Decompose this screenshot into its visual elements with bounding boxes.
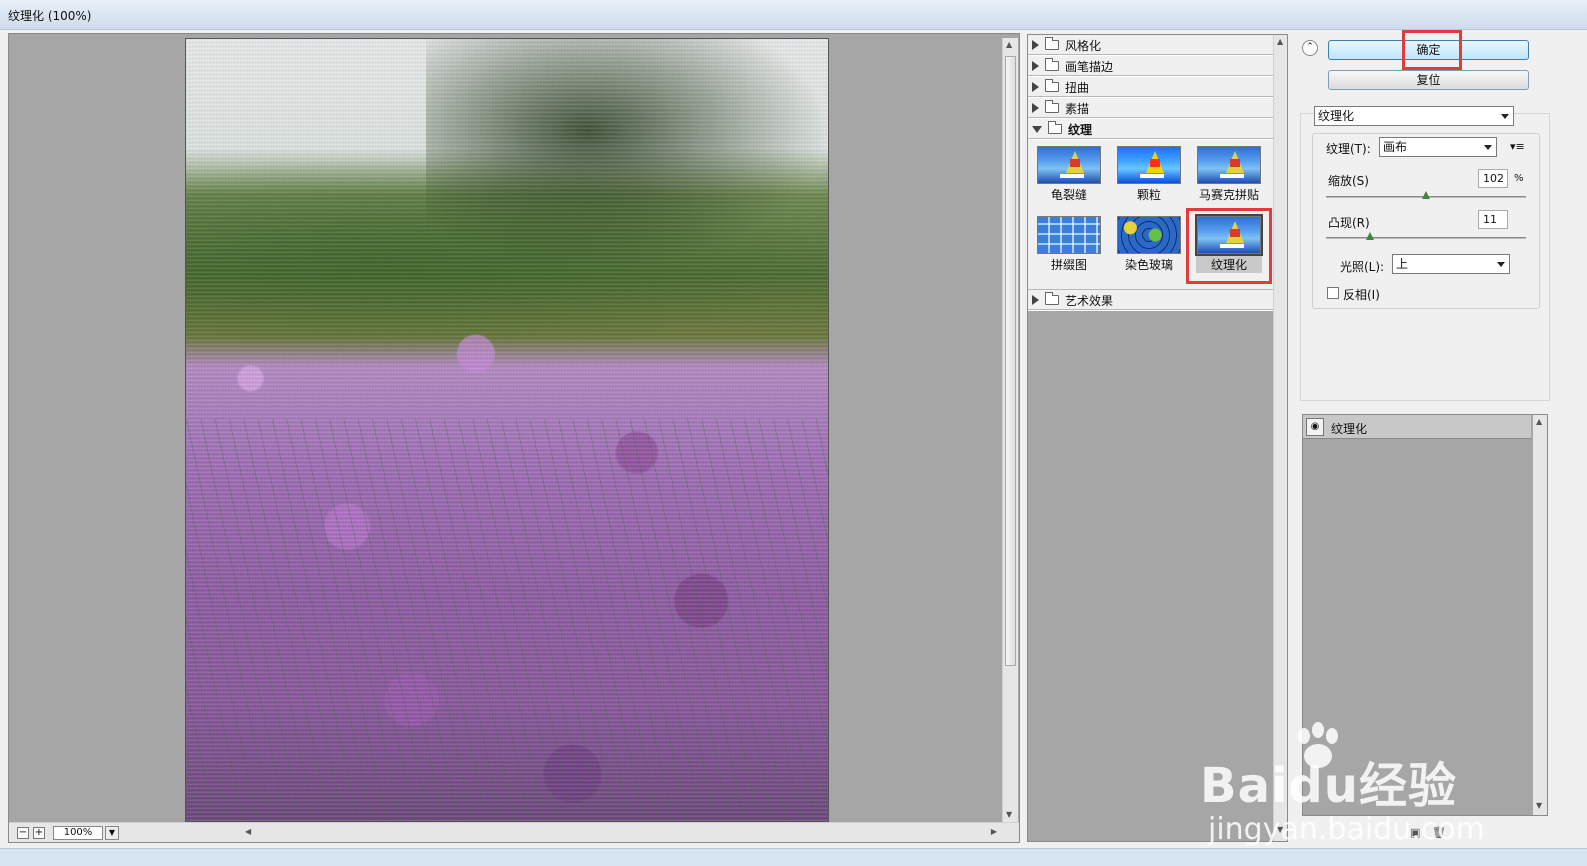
- scroll-up-icon[interactable]: ▲: [1536, 417, 1542, 426]
- scaling-input[interactable]: 102: [1478, 169, 1508, 188]
- scaling-unit: %: [1514, 173, 1524, 184]
- preview-panel: ▲ ▼ − + 100% ▼ ◀ ▶: [8, 33, 1020, 843]
- preview-horizontal-scrollbar[interactable]: ◀ ▶: [241, 825, 1001, 841]
- scrollbar-thumb[interactable]: [1005, 56, 1016, 666]
- scroll-down-icon[interactable]: ▼: [1536, 801, 1542, 810]
- filter-category-sketch[interactable]: 素描: [1028, 98, 1273, 119]
- chevron-down-icon: [1501, 114, 1509, 119]
- window-title: 纹理化 (100%): [8, 9, 92, 23]
- slider-knob[interactable]: [1422, 191, 1430, 199]
- zoom-dropdown-button[interactable]: ▼: [105, 826, 119, 840]
- filter-preview-thumbnail: [1197, 146, 1261, 184]
- slider-knob[interactable]: [1366, 232, 1374, 240]
- filter-category-distort[interactable]: 扭曲: [1028, 77, 1273, 98]
- folder-icon: [1045, 58, 1059, 71]
- texture-filter-thumbnails: 龟裂缝 颗粒 马赛克拼贴 拼缀图 染色玻璃 纹理化: [1028, 140, 1273, 290]
- filter-thumb-grain[interactable]: 颗粒: [1116, 146, 1182, 203]
- folder-icon: [1045, 37, 1059, 50]
- effect-layer-label: 纹理化: [1331, 422, 1368, 436]
- preview-bottom-bar: − + 100% ▼ ◀ ▶: [9, 822, 1019, 842]
- relief-slider[interactable]: [1326, 232, 1526, 240]
- filter-preview-thumbnail: [1117, 216, 1181, 254]
- light-label: 光照(L):: [1340, 260, 1385, 274]
- filter-preview-thumbnail: [1037, 216, 1101, 254]
- expand-arrow-icon[interactable]: [1032, 295, 1039, 305]
- expand-arrow-icon[interactable]: [1032, 61, 1039, 71]
- collapse-gallery-icon[interactable]: ⌃: [1302, 40, 1318, 56]
- folder-icon: [1045, 100, 1059, 113]
- reset-button[interactable]: 复位: [1328, 70, 1529, 90]
- effect-layer-row[interactable]: ◉ 纹理化: [1303, 415, 1531, 439]
- watermark-url: jingyan.baidu.com: [1208, 812, 1485, 847]
- chevron-down-icon: [1484, 145, 1492, 150]
- preview-image[interactable]: [185, 38, 829, 822]
- collapse-arrow-icon[interactable]: [1032, 125, 1042, 133]
- invert-checkbox[interactable]: [1327, 287, 1339, 299]
- layers-scrollbar[interactable]: ▲ ▼: [1533, 415, 1547, 815]
- highlight-box: [1402, 30, 1462, 70]
- filter-preview-thumbnail: [1117, 146, 1181, 184]
- chevron-down-icon: [1497, 262, 1505, 267]
- light-select[interactable]: 上: [1392, 254, 1510, 274]
- scroll-up-icon[interactable]: ▲: [1006, 40, 1012, 49]
- preview-vertical-scrollbar[interactable]: ▲ ▼: [1002, 38, 1018, 823]
- scroll-right-icon[interactable]: ▶: [991, 827, 997, 836]
- filter-category-brush-strokes[interactable]: 画笔描边: [1028, 56, 1273, 77]
- scroll-left-icon[interactable]: ◀: [245, 827, 251, 836]
- relief-label: 凸现(R): [1328, 216, 1370, 230]
- highlight-box: [1186, 208, 1272, 284]
- scroll-up-icon[interactable]: ▲: [1277, 37, 1283, 46]
- texture-label: 纹理(T):: [1326, 142, 1371, 156]
- filter-preview-thumbnail: [1037, 146, 1101, 184]
- filter-category-stylize[interactable]: 风格化: [1028, 35, 1273, 56]
- filter-thumb-mosaic-tiles[interactable]: 马赛克拼贴: [1196, 146, 1262, 203]
- window-titlebar: 纹理化 (100%): [0, 0, 1587, 30]
- taskbar-edge: [0, 848, 1587, 866]
- scaling-slider[interactable]: [1326, 191, 1526, 199]
- texture-menu-icon[interactable]: ▾≡: [1510, 140, 1525, 153]
- watermark: Baidu经验 jingyan.baidu.com: [1200, 720, 1490, 860]
- filter-thumb-patchwork[interactable]: 拼缀图: [1036, 216, 1102, 273]
- filter-category-artistic[interactable]: 艺术效果: [1028, 290, 1273, 311]
- scaling-label: 缩放(S): [1328, 174, 1369, 188]
- filter-category-texture[interactable]: 纹理: [1028, 119, 1273, 140]
- scroll-down-icon[interactable]: ▼: [1006, 810, 1012, 819]
- relief-input[interactable]: 11: [1478, 210, 1508, 229]
- eye-icon[interactable]: ◉: [1306, 418, 1324, 436]
- filter-select[interactable]: 纹理化: [1314, 106, 1514, 126]
- filter-gallery-dialog: ▲ ▼ − + 100% ▼ ◀ ▶ 风格化 画笔描边 扭曲 素描 纹理 龟裂缝…: [0, 30, 1587, 866]
- filter-thumb-craquelure[interactable]: 龟裂缝: [1036, 146, 1102, 203]
- texture-select[interactable]: 画布: [1379, 137, 1497, 157]
- filter-thumb-stained-glass[interactable]: 染色玻璃: [1116, 216, 1182, 273]
- expand-arrow-icon[interactable]: [1032, 82, 1039, 92]
- folder-icon: [1045, 79, 1059, 92]
- folder-icon: [1045, 292, 1059, 305]
- zoom-in-button[interactable]: +: [33, 827, 45, 839]
- zoom-level-field[interactable]: 100%: [53, 826, 103, 840]
- watermark-main-text: Baidu经验: [1200, 758, 1457, 814]
- zoom-out-button[interactable]: −: [17, 827, 29, 839]
- expand-arrow-icon[interactable]: [1032, 40, 1039, 50]
- folder-open-icon: [1048, 121, 1062, 134]
- expand-arrow-icon[interactable]: [1032, 103, 1039, 113]
- invert-label: 反相(I): [1343, 288, 1380, 302]
